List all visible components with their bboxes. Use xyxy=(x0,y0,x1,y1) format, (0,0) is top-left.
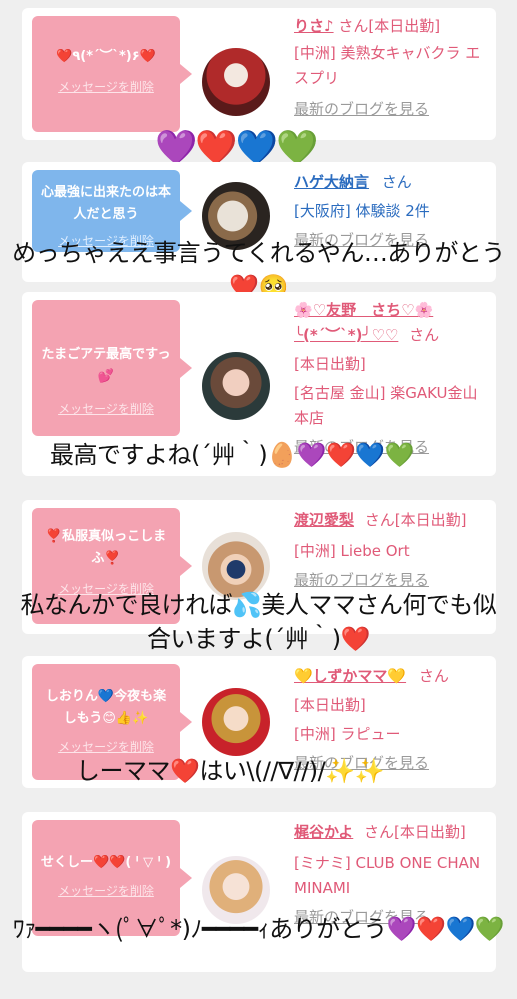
profile-name-link[interactable]: りさ♪ xyxy=(294,17,334,35)
message-text: ❣️私服真似っこしまふ❣️ xyxy=(45,529,167,566)
profile-line: [中洲] 美熟女キャバクラ エスプリ xyxy=(294,44,481,87)
profile-line: [本日出勤] xyxy=(294,355,366,373)
avatar[interactable] xyxy=(202,48,270,116)
message-text: たまごアテ最高ですっ💕 xyxy=(41,347,171,384)
profile-name-link[interactable]: 🌸♡友野 さち♡🌸 xyxy=(294,298,490,323)
message-text: ❤️٩(*´︶`*)۶❤️ xyxy=(56,49,156,64)
profile-line: [ミナミ] CLUB ONE CHAN MINAMI xyxy=(294,854,481,897)
message-text: 心最強に出来たのは本人だと思う xyxy=(40,185,171,222)
profile-name-link[interactable]: 💛しずかママ💛 xyxy=(294,667,406,685)
message-bubble: たまごアテ最高ですっ💕 メッセージを削除 xyxy=(32,300,192,436)
profile-info: 渡辺愛梨 さん[本日出勤] [中洲] Liebe Ort 最新のブログを見る xyxy=(294,508,490,593)
avatar[interactable] xyxy=(202,352,270,420)
honorific: さん[本日出勤] xyxy=(364,511,467,529)
message-bubble: ❤️٩(*´︶`*)۶❤️ メッセージを削除 xyxy=(32,16,192,132)
profile-line: [中洲] Liebe Ort xyxy=(294,542,410,560)
profile-line: [名古屋 金山] 楽GAKU金山本店 xyxy=(294,384,478,427)
profile-info: 🌸♡友野 さち♡🌸 ╰(*´︶`*)╯♡♡ さん [本日出勤] [名古屋 金山]… xyxy=(294,298,490,460)
honorific: さん xyxy=(409,326,440,344)
comment-overlay: ﾜｧ━━━━ヽ(ﾟ∀ﾟ*)ﾉ━━━━ｨありがとう💜❤️💙💚 xyxy=(12,915,505,943)
profile-name-link[interactable]: 渡辺愛梨 xyxy=(294,511,354,529)
delete-message-link[interactable]: メッセージを削除 xyxy=(32,880,180,902)
profile-line: [大阪府] 体験談 2件 xyxy=(294,202,430,220)
honorific: さん xyxy=(418,667,449,685)
profile-line: [中洲] ラピュー xyxy=(294,725,401,743)
delete-message-link[interactable]: メッセージを削除 xyxy=(32,398,180,420)
honorific: さん xyxy=(381,173,412,191)
blog-link[interactable]: 最新のブログを見る xyxy=(294,97,490,122)
profile-line: [本日出勤] xyxy=(294,696,366,714)
honorific: さん[本日出勤] xyxy=(338,17,441,35)
profile-info: りさ♪ さん[本日出勤] [中洲] 美熟女キャバクラ エスプリ 最新のブログを見… xyxy=(294,14,490,122)
message-text: せくしー❤️❤️( ˡ ▽ ˡ ) xyxy=(40,855,172,870)
comment-overlay: 私なんかで良ければ💦美人ママさん何でも似合いますよ(´艸｀)❤️ xyxy=(20,591,497,653)
delete-message-link[interactable]: メッセージを削除 xyxy=(32,76,180,98)
profile-name-link[interactable]: 梶谷かよ xyxy=(294,823,353,841)
card-1: ❤️٩(*´︶`*)۶❤️ メッセージを削除 りさ♪ さん[本日出勤] [中洲]… xyxy=(22,8,496,140)
profile-name-link-2[interactable]: ╰(*´︶`*)╯♡♡ xyxy=(294,326,398,344)
profile-name-link[interactable]: ハゲ大納言 xyxy=(294,173,369,191)
message-text: しおりん💙今夜も楽しもう😊👍✨ xyxy=(45,689,167,726)
comment-overlay: しーママ❤️はい\(//∇//)/✨✨ xyxy=(76,757,384,785)
honorific: さん[本日出勤] xyxy=(364,823,466,841)
card-6: せくしー❤️❤️( ˡ ▽ ˡ ) メッセージを削除 梶谷かよ さん[本日出勤]… xyxy=(22,812,496,972)
comment-overlay: 最高ですよね(´艸｀)🥚💜❤️💙💚 xyxy=(50,441,415,469)
avatar[interactable] xyxy=(202,688,270,756)
